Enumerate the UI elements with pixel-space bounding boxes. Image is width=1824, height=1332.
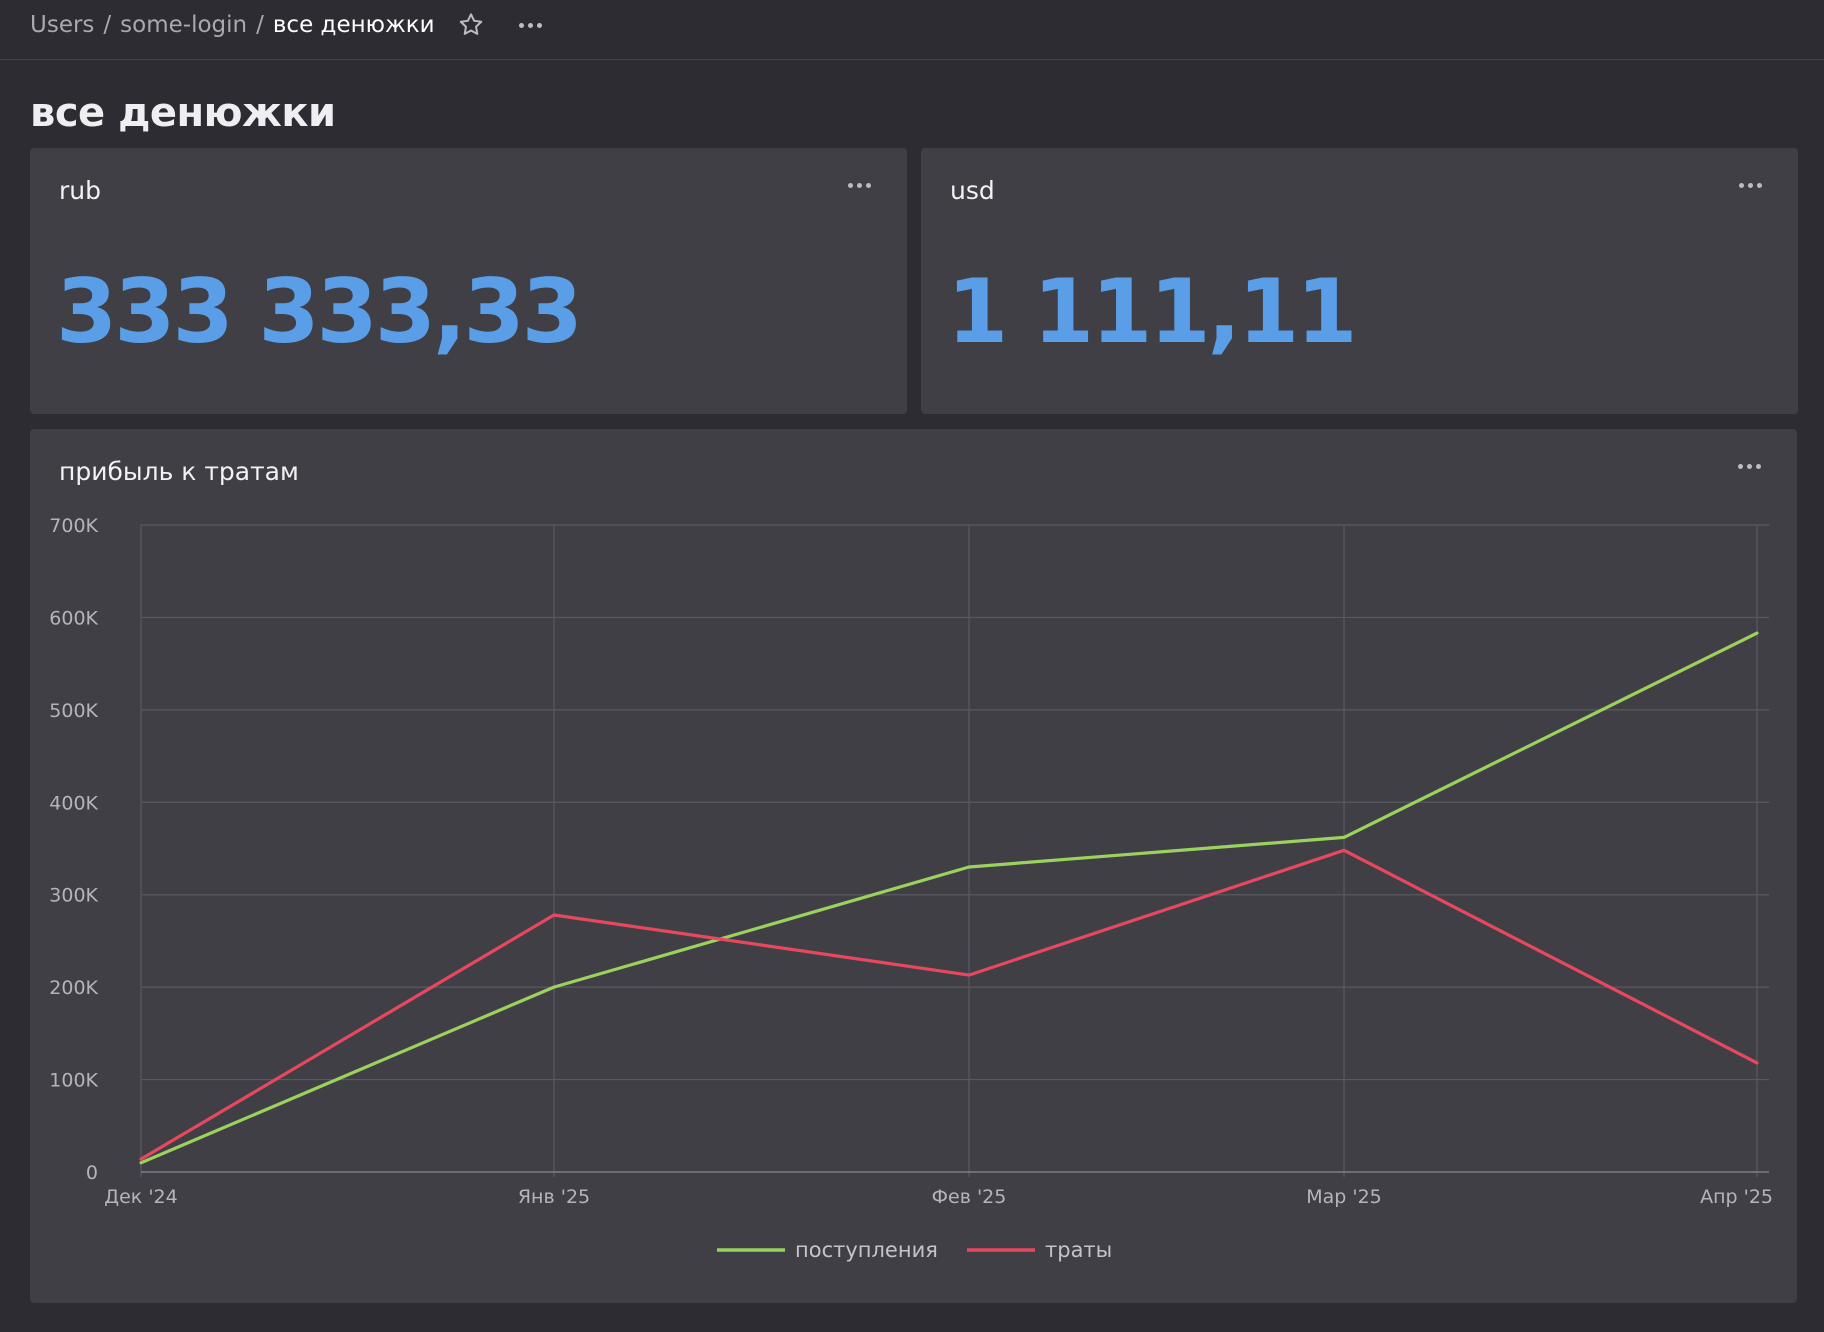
page-title: все денюжки bbox=[30, 90, 336, 136]
card-menu-icon[interactable] bbox=[1739, 183, 1762, 188]
y-tick-label: 100K bbox=[49, 1070, 98, 1092]
y-tick-label: 700K bbox=[49, 515, 98, 537]
breadcrumb-current: все денюжки bbox=[272, 12, 435, 38]
star-icon[interactable] bbox=[457, 11, 485, 39]
card-menu-icon[interactable] bbox=[848, 183, 871, 188]
line-chart: 0 100K 200K 300K 400K 500K 600K 700K Дек '24 Янв … bbox=[49, 515, 1773, 1262]
series-line-expenses bbox=[139, 848, 1759, 1161]
card-title: usd bbox=[950, 176, 995, 205]
usd-value: 1 111,11 bbox=[947, 260, 1357, 363]
legend-label: траты bbox=[1045, 1238, 1112, 1262]
y-tick-label: 500K bbox=[49, 700, 98, 722]
breadcrumb-item-login[interactable]: some-login bbox=[120, 12, 247, 38]
chart-card: прибыль к тратам 0 100K 200K 300K 400K 500K 60… bbox=[30, 429, 1797, 1303]
y-tick-label: 400K bbox=[49, 792, 98, 814]
y-tick-label: 300K bbox=[49, 885, 98, 907]
y-tick-label: 0 bbox=[86, 1162, 98, 1184]
breadcrumb: Users / some-login / все денюжки bbox=[30, 8, 542, 42]
y-tick-label: 600K bbox=[49, 607, 98, 629]
x-tick-label: Мар '25 bbox=[1306, 1186, 1382, 1208]
usd-card: usd 1 111,11 bbox=[921, 148, 1798, 414]
series-line-income bbox=[139, 631, 1759, 1165]
more-icon[interactable] bbox=[518, 22, 542, 28]
top-bar: Users / some-login / все денюжки bbox=[0, 0, 1824, 60]
x-tick-label: Фев '25 bbox=[932, 1186, 1007, 1208]
x-tick-label: Дек '24 bbox=[104, 1186, 177, 1208]
legend-label: поступления bbox=[795, 1238, 938, 1262]
y-tick-label: 200K bbox=[49, 977, 98, 999]
x-tick-label: Янв '25 bbox=[518, 1186, 590, 1208]
card-title: rub bbox=[59, 176, 101, 205]
rub-card: rub 333 333,33 bbox=[30, 148, 907, 414]
rub-value: 333 333,33 bbox=[56, 260, 583, 363]
breadcrumb-separator: / bbox=[103, 12, 112, 38]
breadcrumb-item-users[interactable]: Users bbox=[30, 12, 94, 38]
breadcrumb-separator: / bbox=[256, 12, 264, 38]
x-tick-label: Апр '25 bbox=[1700, 1186, 1773, 1208]
